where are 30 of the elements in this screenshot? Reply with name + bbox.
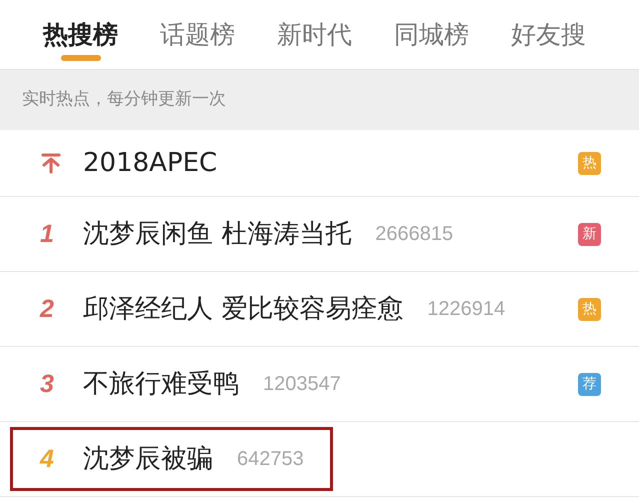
rank-number: 2 [40, 296, 54, 322]
search-count: 2666815 [375, 222, 454, 247]
topic-title: 沈梦辰被骗 [83, 442, 213, 476]
hot-search-row[interactable]: 3 不旅行难受鸭 1203547 荐 [0, 347, 639, 422]
search-count: 1226914 [427, 297, 506, 322]
search-count: 1203547 [263, 372, 341, 397]
topic-title: 邱泽经纪人 爱比较容易痊愈 [83, 292, 404, 326]
tab-underline [60, 55, 100, 61]
topic-badge: 热 [578, 298, 601, 320]
topic-badge: 新 [578, 222, 601, 246]
pin-to-top-icon [40, 152, 62, 174]
topic-badge: 荐 [578, 372, 601, 396]
tab[interactable]: 同城榜 [373, 0, 490, 69]
rank-number: 3 [40, 372, 54, 396]
search-count: 642753 [237, 447, 304, 472]
hot-search-row[interactable]: 2018APEC 热 [0, 130, 639, 197]
tab[interactable]: 新时代 [256, 0, 373, 69]
topic-title: 沈梦辰闲鱼 杜海涛当托 [83, 218, 352, 250]
hot-search-row[interactable]: 4 沈梦辰被骗 642753 [0, 422, 639, 497]
topic-badge: 热 [578, 152, 601, 174]
topic-title: 不旅行难受鸭 [83, 368, 239, 400]
rank-number: 4 [40, 446, 54, 472]
tab[interactable]: 热搜榜 [22, 0, 139, 69]
tab[interactable]: 话题榜 [139, 0, 256, 69]
tab[interactable]: 好友搜 [490, 0, 607, 69]
rank-number: 1 [40, 222, 54, 246]
hot-search-row[interactable]: 2 邱泽经纪人 爱比较容易痊愈 1226914 热 [0, 272, 639, 347]
topic-title: 2018APEC [83, 146, 218, 180]
hot-search-row[interactable]: 1 沈梦辰闲鱼 杜海涛当托 2666815 新 [0, 197, 639, 272]
notice-text: 实时热点，每分钟更新一次 [22, 88, 226, 112]
